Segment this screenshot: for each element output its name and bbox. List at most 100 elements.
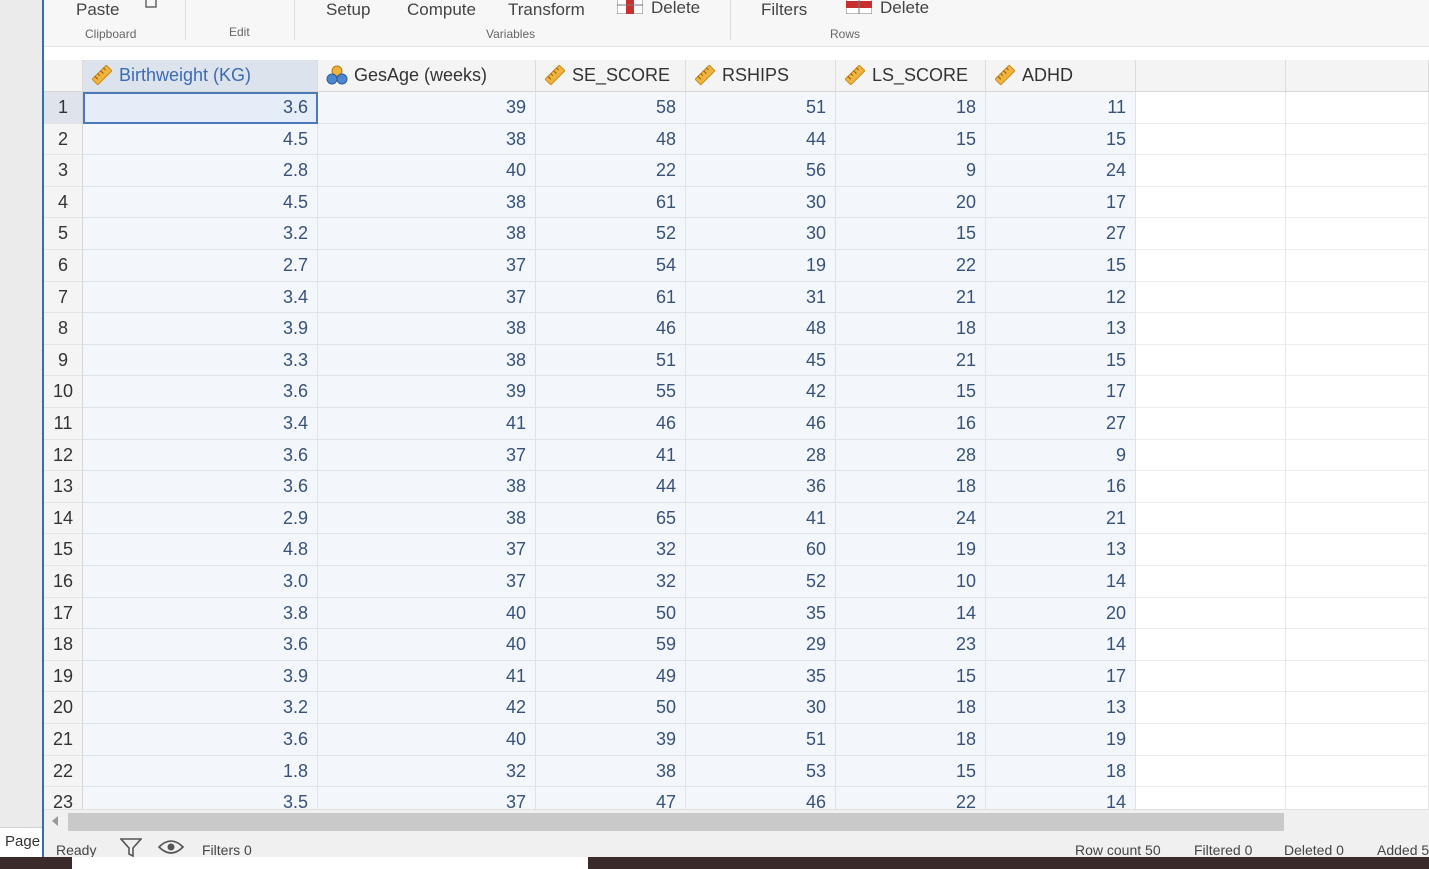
table-cell[interactable]: 61 <box>536 186 686 219</box>
table-cell[interactable]: 37 <box>318 250 536 282</box>
table-cell[interactable]: 46 <box>686 408 836 440</box>
page-tab[interactable]: Page <box>0 827 42 857</box>
empty-cell[interactable] <box>1136 155 1286 187</box>
table-cell[interactable]: 37 <box>318 566 536 598</box>
table-cell[interactable]: 3.6 <box>83 376 318 408</box>
empty-cell[interactable] <box>1286 123 1429 156</box>
scroll-left-icon[interactable] <box>52 816 58 826</box>
row-number[interactable]: 13 <box>44 471 83 503</box>
row-number[interactable]: 20 <box>44 692 83 724</box>
table-cell[interactable]: 3.6 <box>83 439 318 472</box>
empty-cell[interactable] <box>1136 502 1286 535</box>
table-cell[interactable]: 3.6 <box>83 471 318 503</box>
table-cell[interactable]: 51 <box>536 344 686 377</box>
empty-cell[interactable] <box>1136 92 1286 124</box>
table-cell[interactable]: 14 <box>986 629 1136 661</box>
empty-cell[interactable] <box>1136 376 1286 408</box>
row-number[interactable]: 1 <box>44 92 83 124</box>
table-cell[interactable]: 3.9 <box>83 660 318 693</box>
table-cell[interactable]: 4.8 <box>83 534 318 566</box>
table-cell[interactable]: 49 <box>536 660 686 693</box>
empty-cell[interactable] <box>1136 408 1286 440</box>
table-cell[interactable]: 54 <box>536 250 686 282</box>
table-cell[interactable]: 40 <box>318 724 536 756</box>
empty-column-header[interactable] <box>1136 60 1286 91</box>
table-cell[interactable]: 50 <box>536 597 686 630</box>
empty-cell[interactable] <box>1136 692 1286 724</box>
empty-cell[interactable] <box>1286 597 1429 630</box>
table-cell[interactable]: 38 <box>536 755 686 788</box>
empty-cell[interactable] <box>1136 344 1286 377</box>
row-number[interactable]: 4 <box>44 186 83 219</box>
table-cell[interactable]: 3.4 <box>83 408 318 440</box>
table-cell[interactable]: 17 <box>986 660 1136 693</box>
table-cell[interactable]: 52 <box>536 218 686 250</box>
table-cell[interactable]: 14 <box>986 787 1136 809</box>
table-cell[interactable]: 42 <box>686 376 836 408</box>
table-cell[interactable]: 2.9 <box>83 502 318 535</box>
table-cell[interactable]: 18 <box>836 471 986 503</box>
table-cell[interactable]: 46 <box>536 313 686 345</box>
table-cell[interactable]: 39 <box>536 724 686 756</box>
table-cell[interactable]: 38 <box>318 344 536 377</box>
table-cell[interactable]: 52 <box>686 566 836 598</box>
row-number[interactable]: 5 <box>44 218 83 250</box>
copy-icon[interactable] <box>142 0 160 16</box>
row-number[interactable]: 10 <box>44 376 83 408</box>
table-cell[interactable]: 38 <box>318 123 536 156</box>
empty-cell[interactable] <box>1286 439 1429 472</box>
table-cell[interactable]: 61 <box>536 281 686 314</box>
empty-cell[interactable] <box>1286 281 1429 314</box>
table-cell[interactable]: 22 <box>536 155 686 187</box>
table-cell[interactable]: 32 <box>536 534 686 566</box>
empty-cell[interactable] <box>1286 344 1429 377</box>
table-cell[interactable]: 2.8 <box>83 155 318 187</box>
empty-cell[interactable] <box>1286 186 1429 219</box>
table-cell[interactable]: 48 <box>536 123 686 156</box>
table-cell[interactable]: 41 <box>536 439 686 472</box>
empty-cell[interactable] <box>1136 597 1286 630</box>
table-cell[interactable]: 15 <box>836 218 986 250</box>
compute-button[interactable]: Compute <box>407 0 476 20</box>
table-cell[interactable]: 30 <box>686 186 836 219</box>
table-cell[interactable]: 41 <box>318 660 536 693</box>
table-cell[interactable]: 45 <box>686 344 836 377</box>
table-cell[interactable]: 21 <box>836 281 986 314</box>
paste-button[interactable]: Paste <box>76 0 119 20</box>
table-cell[interactable]: 9 <box>986 439 1136 472</box>
table-cell[interactable]: 18 <box>836 724 986 756</box>
row-number[interactable]: 22 <box>44 755 83 788</box>
spreadsheet-grid[interactable]: Birthweight (KG) GesAge (weeks) SE_SCORE RS… <box>44 47 1429 809</box>
table-cell[interactable]: 22 <box>836 250 986 282</box>
table-cell[interactable]: 4.5 <box>83 123 318 156</box>
table-cell[interactable]: 15 <box>836 376 986 408</box>
scrollbar-thumb[interactable] <box>68 813 1284 831</box>
table-cell[interactable]: 41 <box>686 502 836 535</box>
table-cell[interactable]: 28 <box>836 439 986 472</box>
table-cell[interactable]: 37 <box>318 439 536 472</box>
table-cell[interactable]: 32 <box>536 566 686 598</box>
table-cell[interactable]: 27 <box>986 408 1136 440</box>
table-cell[interactable]: 3.8 <box>83 597 318 630</box>
row-number[interactable]: 9 <box>44 344 83 377</box>
empty-cell[interactable] <box>1136 281 1286 314</box>
table-cell[interactable]: 9 <box>836 155 986 187</box>
row-number[interactable]: 14 <box>44 502 83 535</box>
column-header-2[interactable]: GesAge (weeks) <box>318 60 536 91</box>
table-cell[interactable]: 58 <box>536 92 686 124</box>
table-cell[interactable]: 28 <box>686 439 836 472</box>
empty-column-header[interactable] <box>1286 60 1429 91</box>
column-header-1[interactable]: Birthweight (KG) <box>83 60 318 91</box>
table-cell[interactable]: 30 <box>686 692 836 724</box>
table-cell[interactable]: 22 <box>836 787 986 809</box>
empty-cell[interactable] <box>1286 724 1429 756</box>
eye-icon[interactable] <box>157 839 185 858</box>
empty-cell[interactable] <box>1286 376 1429 408</box>
table-cell[interactable]: 59 <box>536 629 686 661</box>
table-cell[interactable]: 37 <box>318 787 536 809</box>
table-cell[interactable]: 15 <box>836 755 986 788</box>
table-cell[interactable]: 11 <box>986 92 1136 124</box>
row-number[interactable]: 16 <box>44 566 83 598</box>
table-cell[interactable]: 3.6 <box>83 724 318 756</box>
empty-cell[interactable] <box>1136 755 1286 788</box>
